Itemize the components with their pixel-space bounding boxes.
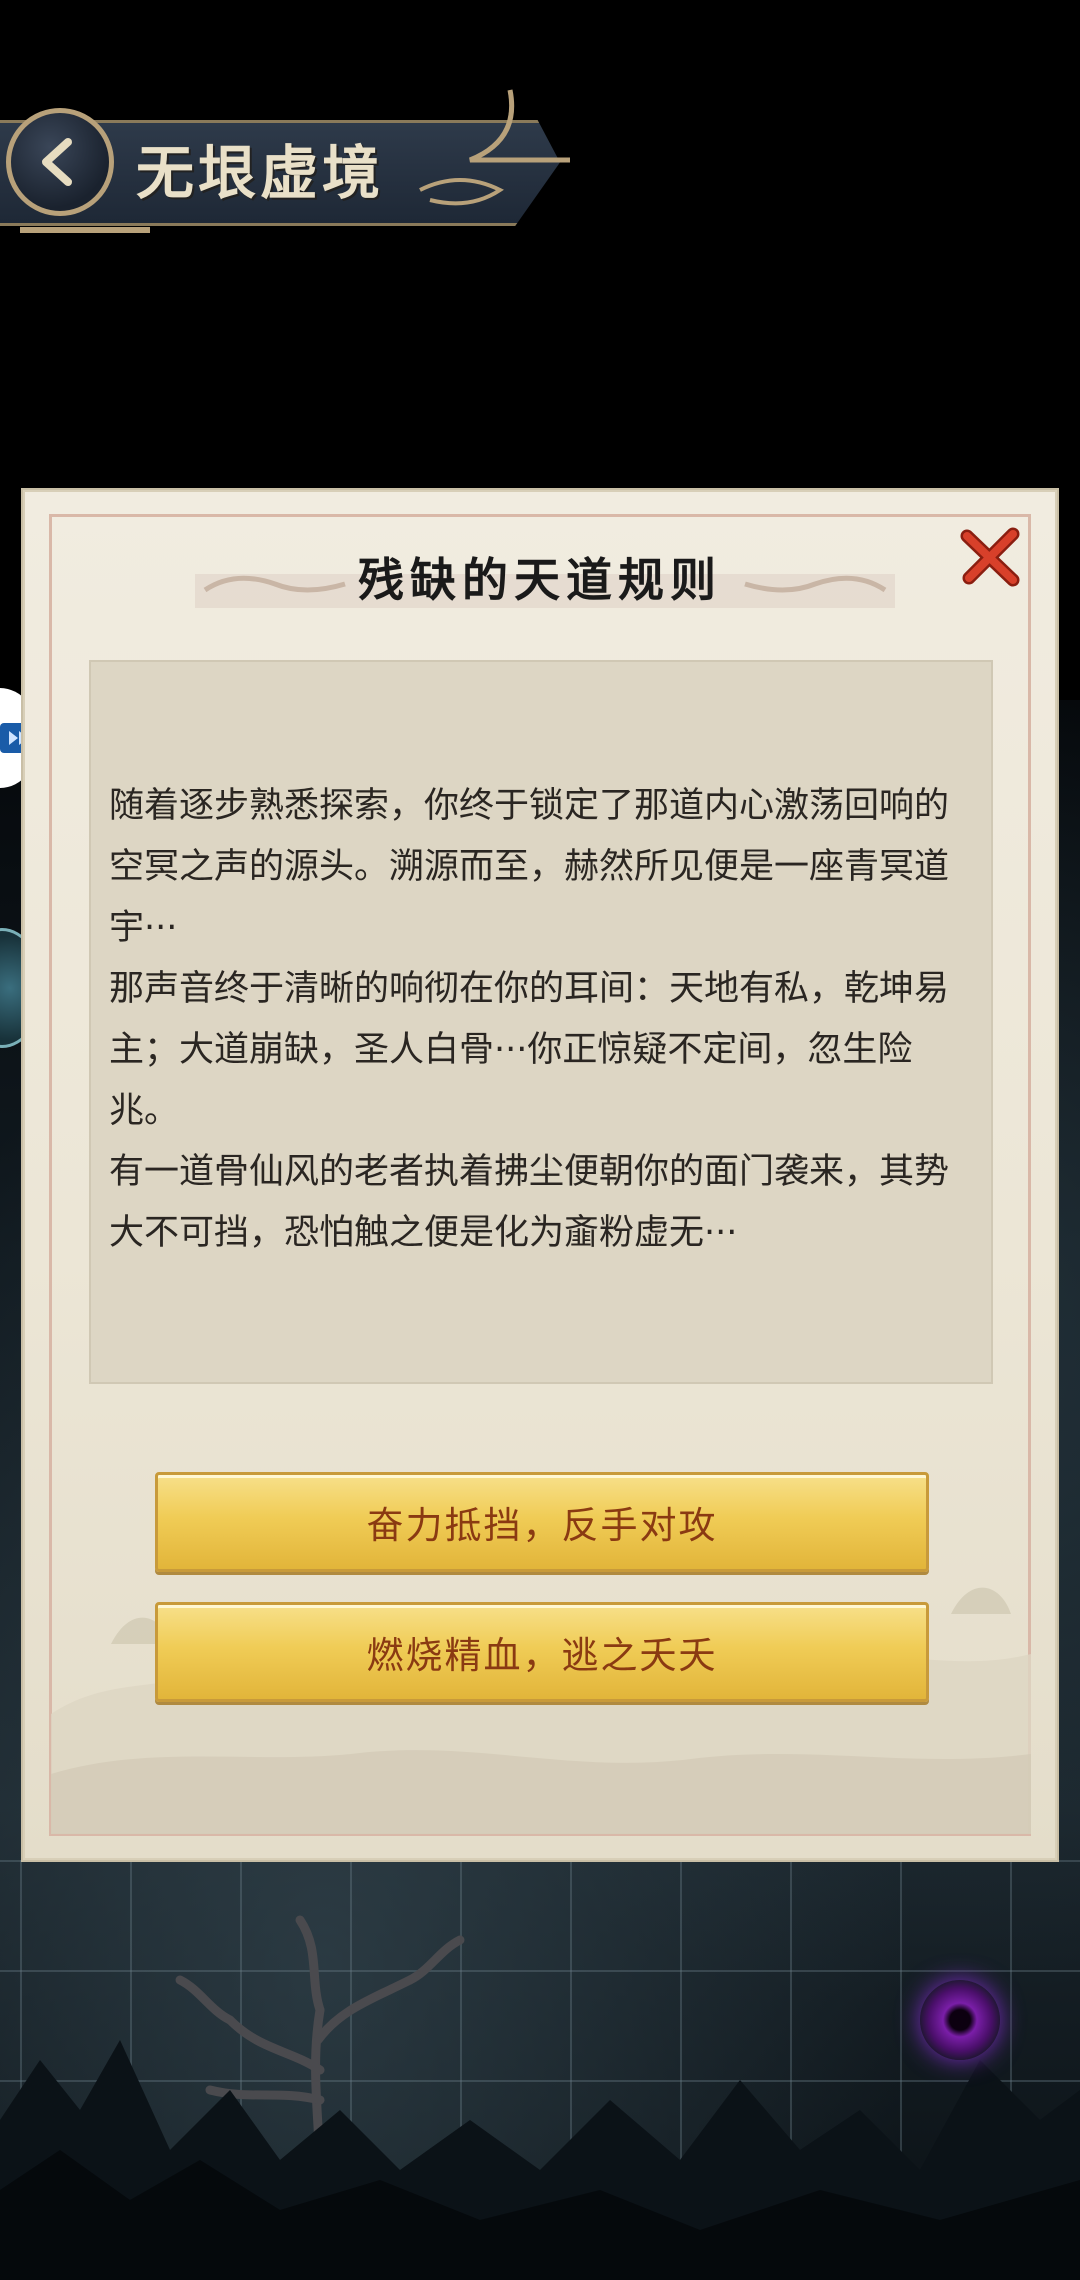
close-icon (960, 527, 1020, 587)
portal-vortex-icon[interactable] (920, 1980, 1000, 2060)
close-button[interactable] (955, 522, 1025, 592)
chevron-left-icon (42, 138, 72, 186)
choice-label: 燃烧精血，逃之夭夭 (366, 1634, 718, 1677)
back-button[interactable] (6, 108, 114, 216)
story-paragraph: 那声音终于清晰的响彻在你的耳间：天地有私，乾坤易主；大道崩缺，圣人白骨···你正… (109, 969, 950, 1131)
choice-button-flee[interactable]: 燃烧精血，逃之夭夭 (155, 1602, 929, 1702)
top-header: 无垠虚境 (0, 80, 580, 240)
choice-label: 奋力抵挡，反手对攻 (366, 1504, 718, 1547)
rock-silhouettes (0, 2040, 1080, 2280)
story-paragraph: 有一道骨仙风的老者执着拂尘便朝你的面门袭来，其势大不可挡，恐怕触之便是化为齑粉虚… (109, 1152, 950, 1253)
story-text-panel: 随着逐步熟悉探索，你终于锁定了那道内心激荡回响的空冥之声的源头。溯源而至，赫然所… (89, 660, 993, 1384)
dialog-title: 残缺的天道规则 (358, 553, 722, 607)
choice-button-fight[interactable]: 奋力抵挡，反手对攻 (155, 1472, 929, 1572)
game-screen: 无垠虚境 残缺的天道规则 随着逐步熟悉探索，你终于锁定了那道内心激荡回响的空冥之… (0, 0, 1080, 2280)
event-dialog: 残缺的天道规则 随着逐步熟悉探索，你终于锁定了那道内心激荡回响的空冥之声的源头。… (23, 490, 1057, 1860)
story-paragraph: 随着逐步熟悉探索，你终于锁定了那道内心激荡回响的空冥之声的源头。溯源而至，赫然所… (109, 786, 950, 948)
page-title: 无垠虚境 (136, 139, 385, 207)
